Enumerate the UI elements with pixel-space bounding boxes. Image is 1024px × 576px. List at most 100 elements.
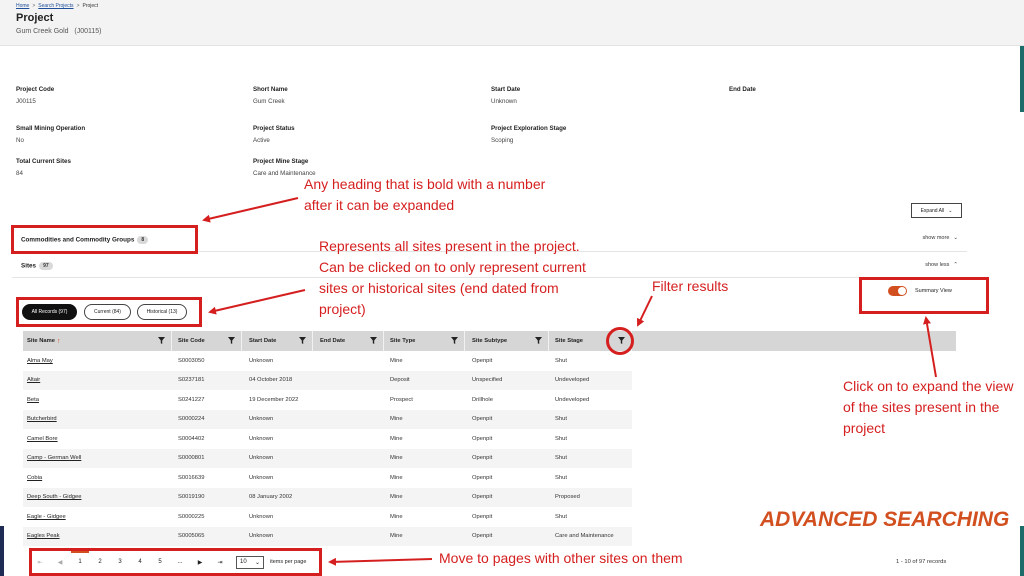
cell-start-date: 04 October 2018 xyxy=(249,377,293,384)
breadcrumb-search-projects[interactable]: Search Projects xyxy=(38,3,73,9)
cell-site-type: Prospect xyxy=(390,396,413,403)
cell-site-name[interactable]: Butcherbird xyxy=(23,410,172,430)
cell-start-date: Unknown xyxy=(249,416,274,423)
cell-site-subtype: Unspecified xyxy=(472,377,503,384)
annotation-line: project) xyxy=(319,301,366,317)
cell-start-date: Unknown xyxy=(249,357,274,364)
cell-site-stage: Shut xyxy=(555,416,567,423)
annotation-line: sites or historical sites (end dated fro… xyxy=(319,280,559,296)
col-label: Site Stage xyxy=(555,338,584,344)
cell-site-name[interactable]: Alma May xyxy=(23,351,172,371)
cell-site-name[interactable]: Cobia xyxy=(23,468,172,488)
table-row: Camp - German Well S0000801 Unknown Mine Ope… xyxy=(23,448,632,469)
field-project-status: Project Status Active xyxy=(253,125,295,144)
highlight-commodities xyxy=(11,225,198,254)
cell-site-stage: Undeveloped xyxy=(555,396,590,403)
col-site-subtype[interactable]: Site Subtype xyxy=(468,331,549,351)
field-value: 84 xyxy=(16,170,23,177)
page-header: Home > Search Projects > Project Project Gum… xyxy=(0,0,1024,46)
breadcrumb-home[interactable]: Home xyxy=(16,3,29,9)
field-value: Scoping xyxy=(491,137,514,144)
field-label: Start Date xyxy=(491,86,521,93)
highlight-filter-icon xyxy=(606,327,634,355)
cell-site-code: S0016639 xyxy=(178,474,205,481)
cell-site-name[interactable]: Eagles Peak xyxy=(23,527,172,547)
table-row: Deep South - Gidgee S0019190 08 January 20… xyxy=(23,487,632,508)
field-project-code: Project Code J00115 xyxy=(16,86,54,105)
page-title: Project xyxy=(16,12,54,24)
filter-icon[interactable] xyxy=(299,337,306,344)
cell-site-stage: Shut xyxy=(555,435,567,442)
cell-site-subtype: Openpit xyxy=(472,416,493,423)
sites-count-badge: 97 xyxy=(39,262,53,270)
field-label: Project Mine Stage xyxy=(253,158,309,165)
cell-start-date: Unknown xyxy=(249,513,274,520)
field-start-date: Start Date Unknown xyxy=(491,86,520,105)
cell-start-date: Unknown xyxy=(249,435,274,442)
col-site-type[interactable]: Site Type xyxy=(386,331,465,351)
field-label: Project Code xyxy=(16,86,55,93)
cell-site-stage: Shut xyxy=(555,474,567,481)
table-row: Eagles Peak S0005065 Unknown Mine Openpit Car… xyxy=(23,526,632,547)
col-site-name[interactable]: Site Name ↑ xyxy=(23,331,172,351)
cell-site-type: Mine xyxy=(390,435,403,442)
col-end-date[interactable]: End Date xyxy=(316,331,384,351)
field-value: Unknown xyxy=(491,98,517,105)
breadcrumb-current: Project xyxy=(82,3,99,9)
show-more-toggle[interactable]: show more ⌄ xyxy=(922,235,958,241)
filter-icon[interactable] xyxy=(370,337,377,344)
table-row: Altair S0237181 04 October 2018 Deposit Unsp… xyxy=(23,370,632,391)
show-less-label: show less xyxy=(925,262,950,268)
cell-end-date xyxy=(316,390,384,410)
advanced-searching-banner: ADVANCED SEARCHING xyxy=(760,508,1010,531)
field-short-name: Short Name Gum Creek xyxy=(253,86,288,105)
cell-site-subtype: Openpit xyxy=(472,533,493,540)
cell-site-subtype: Openpit xyxy=(472,474,493,481)
cell-site-stage: Shut xyxy=(555,455,567,462)
cell-site-code: S0004402 xyxy=(178,435,205,442)
field-label: End Date xyxy=(729,86,756,93)
field-value: J00115 xyxy=(16,98,36,105)
filter-icon[interactable] xyxy=(535,337,542,344)
cell-site-stage: Proposed xyxy=(555,494,580,501)
field-end-date: End Date xyxy=(729,86,756,98)
filter-icon[interactable] xyxy=(158,337,165,344)
annotation-line: after it can be expanded xyxy=(304,197,455,213)
cell-site-name[interactable]: Deep South - Gidgee xyxy=(23,488,172,508)
col-label: Site Type xyxy=(390,338,416,344)
annotation-filters: Represents all sites present in the proj… xyxy=(319,236,586,320)
cell-site-name[interactable]: Altair xyxy=(23,371,172,391)
cell-site-stage: Shut xyxy=(555,513,567,520)
show-less-toggle[interactable]: show less ⌃ xyxy=(925,262,958,268)
cell-site-name[interactable]: Eagle - Gidgee xyxy=(23,507,172,527)
cell-start-date: 19 December 2022 xyxy=(249,396,299,403)
cell-site-stage: Care and Maintenance xyxy=(555,533,614,540)
arrow-to-filter-icon xyxy=(637,295,653,327)
cell-site-subtype: Openpit xyxy=(472,435,493,442)
col-site-code[interactable]: Site Code xyxy=(174,331,242,351)
cell-end-date xyxy=(316,507,384,527)
col-start-date[interactable]: Start Date xyxy=(245,331,313,351)
cell-end-date xyxy=(316,410,384,430)
field-total-sites: Total Current Sites 84 xyxy=(16,158,71,177)
filter-icon[interactable] xyxy=(451,337,458,344)
cell-site-name[interactable]: Camel Bore xyxy=(23,429,172,449)
table-row: Butcherbird S0000224 Unknown Mine Openpit Shu… xyxy=(23,409,632,430)
annotation-line: Can be clicked on to only represent curr… xyxy=(319,259,586,275)
filter-icon[interactable] xyxy=(228,337,235,344)
arrow-to-filters xyxy=(208,289,306,315)
field-label: Short Name xyxy=(253,86,288,93)
cell-start-date: 08 January 2002 xyxy=(249,494,293,501)
arrow-to-commodities xyxy=(202,197,299,223)
cell-site-subtype: Openpit xyxy=(472,455,493,462)
highlight-pager xyxy=(29,548,322,576)
cell-start-date: Unknown xyxy=(249,474,274,481)
sort-asc-icon[interactable]: ↑ xyxy=(57,338,61,345)
cell-start-date: Unknown xyxy=(249,533,274,540)
cell-site-name[interactable]: Beta xyxy=(23,390,172,410)
table-row: Camel Bore S0004402 Unknown Mine Openpit Shut xyxy=(23,429,632,449)
expand-all-button[interactable]: Expand All ⌄ xyxy=(911,203,962,218)
highlight-filters xyxy=(16,297,202,327)
cell-site-name[interactable]: Camp - German Well xyxy=(23,449,172,469)
col-label: End Date xyxy=(320,338,346,344)
